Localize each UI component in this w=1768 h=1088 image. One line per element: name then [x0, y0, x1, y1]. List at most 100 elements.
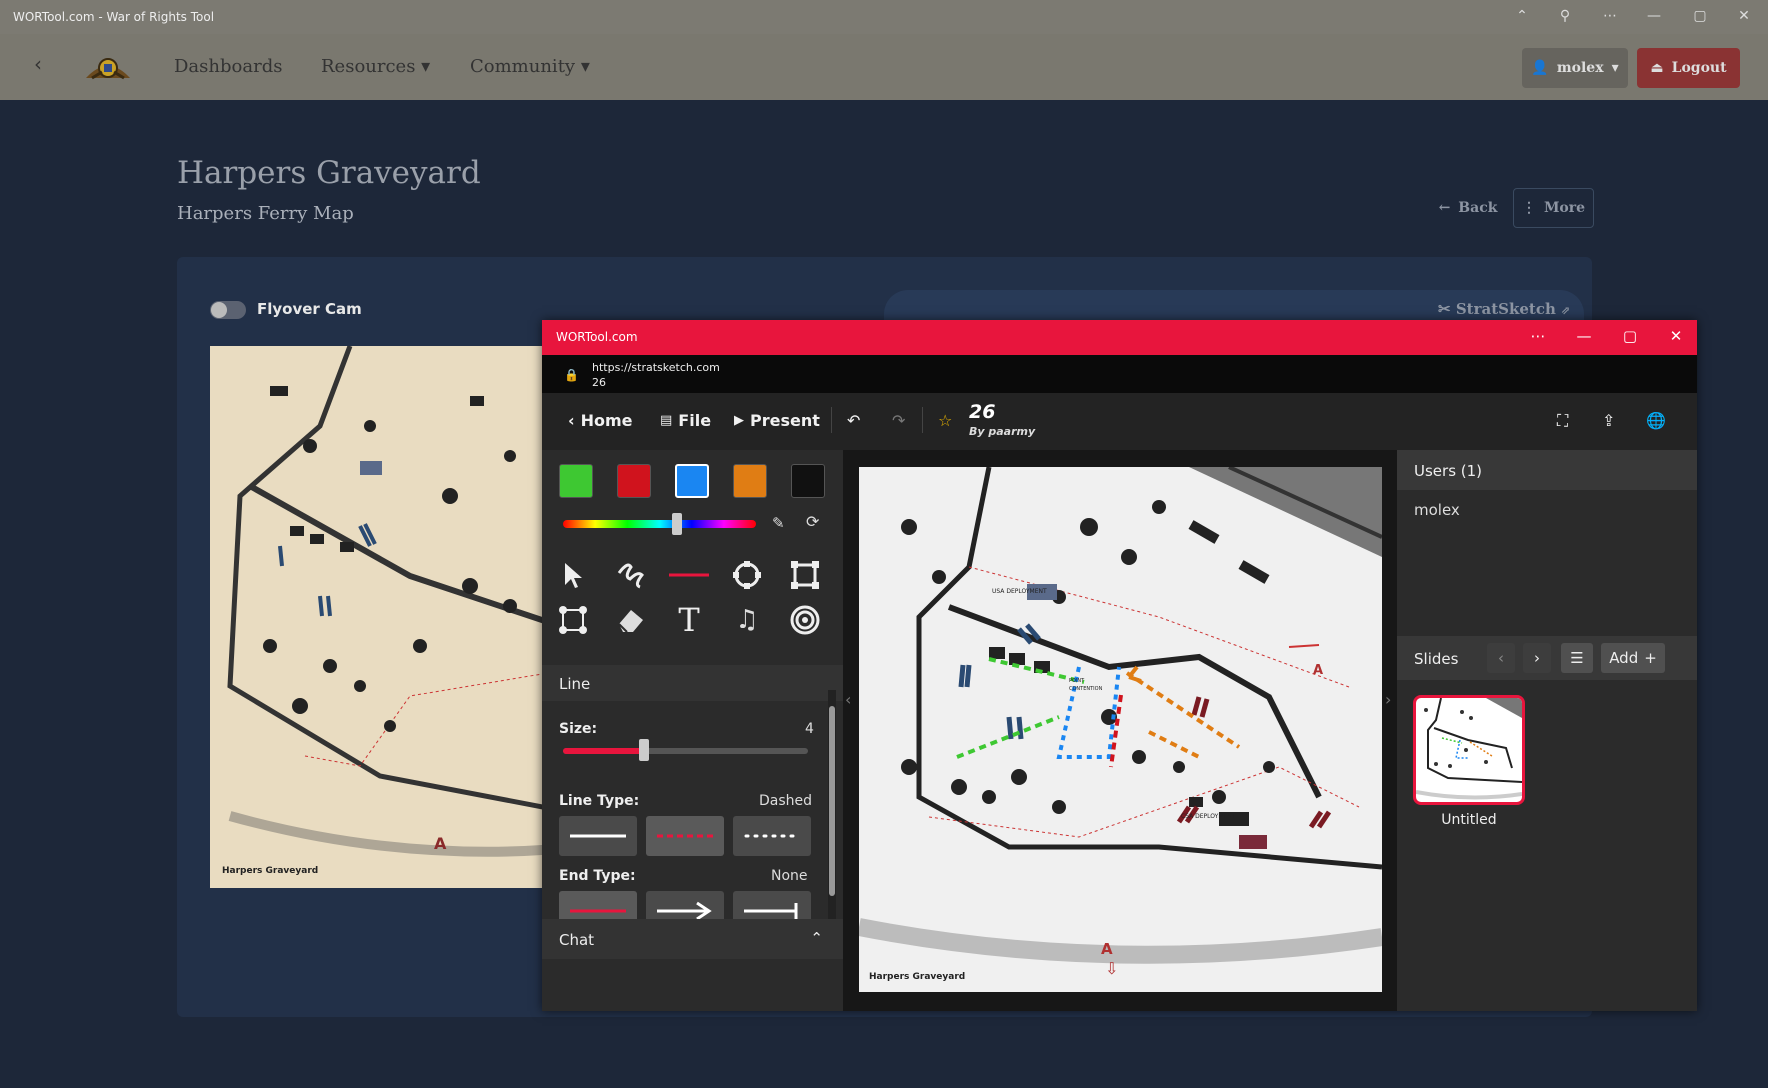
sketch-canvas[interactable]: ‹ › USA DEPLOYMENT CSA DEPLOYMENT POINT … [843, 450, 1397, 1011]
maximize-icon[interactable]: ▢ [1618, 327, 1642, 345]
arrow-down-icon: ⇩ [1105, 959, 1119, 978]
stratsketch-link[interactable]: ✂ StratSketch ⇗ [1438, 300, 1570, 318]
hue-slider[interactable] [563, 520, 756, 528]
maximize-icon[interactable]: ▢ [1688, 8, 1712, 24]
map-marker-a-bottom: A [1101, 940, 1113, 958]
map-label-point: POINT [1069, 678, 1085, 684]
icon-stamp-tool-icon[interactable]: ♫ [727, 600, 767, 640]
fullscreen-icon[interactable]: ⛶ [1557, 411, 1568, 431]
user-menu-button[interactable]: 👤 molex ▾ [1522, 48, 1628, 88]
url-text[interactable]: https://stratsketch.com [592, 361, 720, 374]
line-type-label: Line Type: [559, 793, 640, 809]
external-link-icon: ⇗ [1561, 304, 1571, 317]
color-swatch-blue[interactable] [675, 464, 709, 498]
add-slide-button[interactable]: Add + [1601, 643, 1665, 673]
popup-title: WORTool.com [556, 330, 638, 344]
color-swatch-black[interactable] [791, 464, 825, 498]
rectangle-tool-icon[interactable] [785, 555, 825, 595]
nav-community[interactable]: Community ▾ [470, 56, 590, 77]
users-header: Users (1) [1397, 450, 1697, 490]
end-type-value: None [771, 868, 808, 884]
star-icon[interactable]: ☆ [938, 411, 952, 430]
prev-slide-button[interactable]: ‹ [1487, 643, 1515, 673]
slide-list-icon[interactable]: ☰ [1561, 643, 1593, 673]
lock-icon: 🔒 [564, 368, 579, 382]
user-list-item[interactable]: molex [1414, 501, 1460, 519]
logout-button[interactable]: ⏏ Logout [1637, 48, 1740, 88]
user-icon: 👤 [1531, 60, 1549, 76]
sketch-title: 26 [969, 401, 996, 423]
more-button[interactable]: ⋮ More [1513, 188, 1594, 228]
size-value: 4 [805, 721, 814, 737]
page-subtitle: Harpers Ferry Map [177, 203, 354, 224]
color-swatch-green[interactable] [559, 464, 593, 498]
share-icon[interactable]: ⇪ [1602, 411, 1615, 430]
logo[interactable] [82, 48, 134, 84]
close-icon[interactable]: ✕ [1664, 327, 1688, 345]
map-marker-a-right: A [1313, 663, 1324, 678]
nav-resources[interactable]: Resources ▾ [321, 56, 430, 77]
globe-icon[interactable]: 🌐 [1646, 411, 1666, 430]
back-arrow-icon[interactable]: ‹ [34, 52, 42, 76]
back-button[interactable]: ← Back [1430, 188, 1506, 228]
address-bar: 🔒 https://stratsketch.com 26 [542, 355, 1697, 393]
eyedropper-icon[interactable]: ✎ [772, 514, 785, 532]
nav-dashboards[interactable]: Dashboards [174, 56, 282, 77]
background-map-image: Harpers Graveyard A [210, 346, 590, 888]
collapse-left-icon[interactable]: ‹ [845, 690, 851, 709]
play-icon: ▶ [734, 413, 744, 428]
hue-slider-thumb[interactable] [671, 513, 682, 535]
circle-tool-icon[interactable] [727, 555, 767, 595]
map-caption: Harpers Graveyard [869, 972, 966, 982]
more-icon[interactable]: ⋯ [1598, 8, 1622, 24]
line-type-dotted[interactable] [733, 816, 811, 856]
map-marker-a: A [434, 834, 447, 853]
line-tool-icon[interactable] [669, 555, 709, 595]
flyover-toggle[interactable] [210, 301, 246, 319]
minimize-icon[interactable]: — [1572, 327, 1596, 345]
line-type-solid[interactable] [559, 816, 637, 856]
collapse-right-icon[interactable]: › [1385, 690, 1391, 709]
refresh-icon[interactable]: ⟳ [806, 512, 819, 531]
present-button[interactable]: ▶ Present [734, 411, 820, 430]
map-canvas[interactable]: USA DEPLOYMENT CSA DEPLOYMENT POINT CONT… [859, 467, 1382, 992]
redo-icon[interactable]: ↷ [892, 411, 905, 430]
undo-icon[interactable]: ↶ [847, 411, 860, 430]
freehand-tool-icon[interactable] [611, 555, 651, 595]
polygon-tool-icon[interactable] [553, 600, 593, 640]
line-type-dashed[interactable] [646, 816, 724, 856]
key-icon[interactable]: ⚲ [1553, 8, 1577, 24]
tool-section-header: Line [542, 665, 843, 701]
window-title: WORTool.com - War of Rights Tool [13, 10, 215, 24]
chat-header[interactable]: Chat ⌃ [542, 919, 843, 959]
chevron-up-icon[interactable]: ⌃ [1510, 8, 1534, 24]
eraser-tool-icon[interactable] [611, 600, 651, 640]
text-tool-icon[interactable]: T [669, 600, 709, 640]
stratsketch-popup-window: WORTool.com ⋯ — ▢ ✕ 🔒 https://stratsketc… [542, 320, 1697, 1011]
size-slider[interactable] [563, 748, 808, 754]
home-button[interactable]: ‹ Home [568, 411, 633, 430]
select-tool-icon[interactable] [553, 555, 593, 595]
line-type-value: Dashed [759, 793, 813, 809]
more-icon[interactable]: ⋯ [1526, 327, 1550, 345]
map-label-contention: CONTENTION [1069, 686, 1103, 692]
minimize-icon[interactable]: — [1642, 8, 1666, 24]
size-slider-thumb[interactable] [638, 739, 649, 761]
slides-header: Slides ‹ › ☰ Add + [1397, 636, 1697, 680]
slide-thumbnail[interactable] [1413, 695, 1525, 805]
tools-panel: ✎ ⟳ T ♫ Line Size: 4 Line Type: Dashed E… [542, 450, 843, 1011]
plus-icon: + [1644, 649, 1657, 667]
close-icon[interactable]: ✕ [1732, 8, 1756, 24]
file-button[interactable]: ▤ File [660, 411, 711, 430]
color-swatch-orange[interactable] [733, 464, 767, 498]
popup-titlebar: WORTool.com ⋯ — ▢ ✕ [542, 320, 1697, 355]
color-swatch-red[interactable] [617, 464, 651, 498]
target-tool-icon[interactable] [785, 600, 825, 640]
chevron-up-icon[interactable]: ⌃ [810, 929, 823, 947]
next-slide-button[interactable]: › [1523, 643, 1551, 673]
slides-label: Slides [1414, 650, 1459, 668]
chevron-left-icon: ‹ [568, 411, 575, 430]
scrollbar[interactable] [828, 690, 836, 926]
file-icon: ▤ [660, 413, 673, 428]
map-label-deployment: USA DEPLOYMENT [992, 588, 1047, 595]
